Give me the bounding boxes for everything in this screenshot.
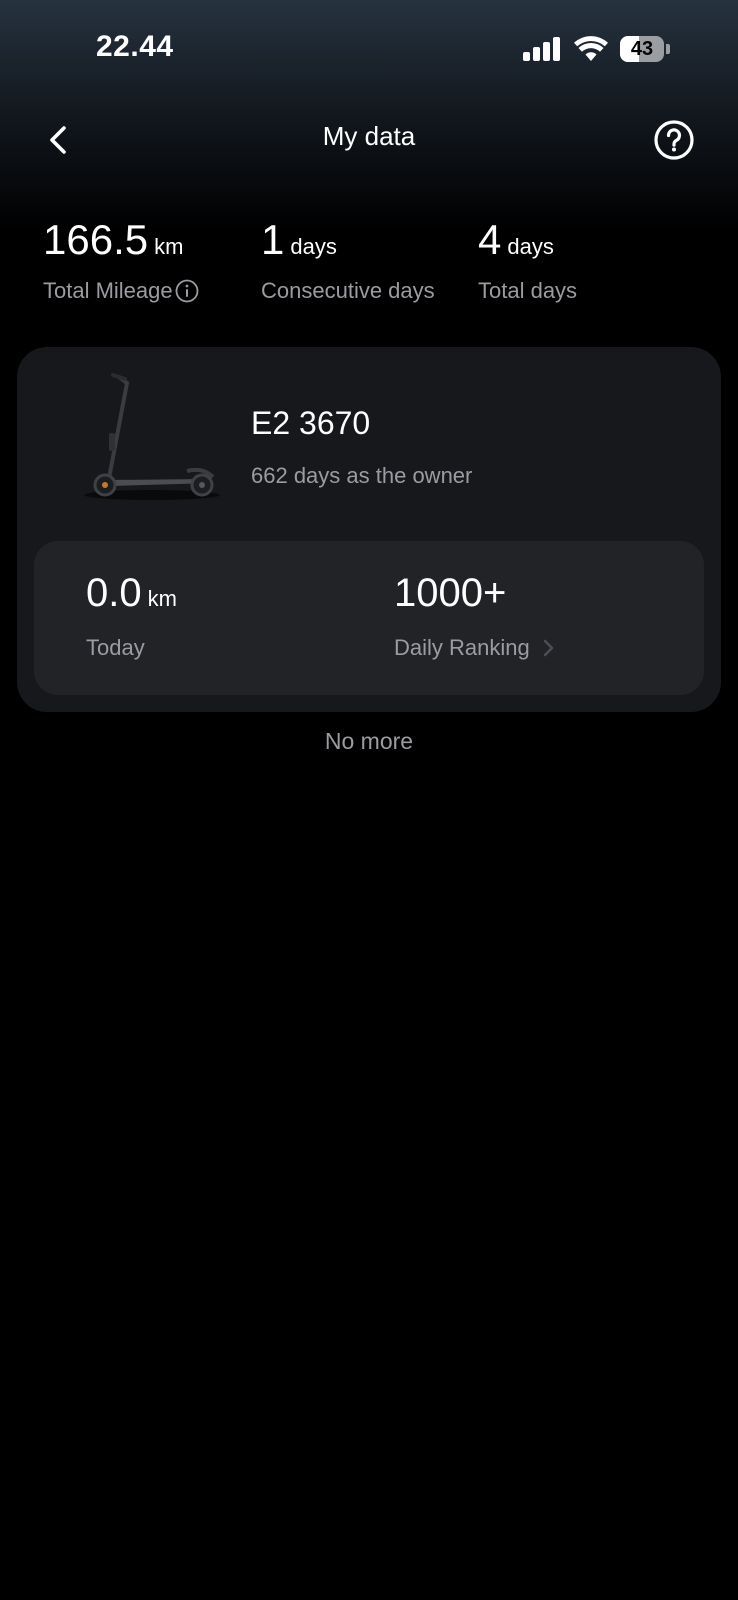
stat-total-mileage: 166.5 km Total Mileage <box>43 214 199 304</box>
end-of-list-text: No more <box>324 728 414 754</box>
total-mileage-unit: km <box>154 234 184 259</box>
ownership-duration: 662 days as the owner <box>251 463 473 488</box>
cellular-signal-icon <box>523 37 561 61</box>
info-icon[interactable] <box>175 279 199 303</box>
chevron-right-icon <box>543 639 554 657</box>
vehicle-model: E2 3670 <box>251 405 371 441</box>
stat-consecutive-days: 1 days Consecutive days <box>261 214 435 304</box>
daily-ranking-link[interactable]: Daily Ranking <box>394 635 556 661</box>
today-label: Today <box>86 635 145 660</box>
battery-level: 43 <box>630 38 654 60</box>
status-time: 22.44 <box>96 30 174 63</box>
consecutive-days-unit: days <box>290 234 337 259</box>
consecutive-days-value: 1 <box>261 216 285 263</box>
daily-ranking-label: Daily Ranking <box>394 635 530 660</box>
consecutive-days-label: Consecutive days <box>261 278 435 303</box>
today-mileage: 0.0 km <box>86 571 177 616</box>
total-mileage-label: Total Mileage <box>43 278 173 303</box>
vehicle-stats-panel: 0.0 km Today 1000+ Daily Ranking <box>34 541 704 695</box>
stat-total-days: 4 days Total days <box>478 214 577 304</box>
total-days-label: Total days <box>478 278 578 303</box>
scooter-image <box>84 373 220 500</box>
today-mileage-value: 0.0 <box>86 571 142 615</box>
battery-icon: 43 <box>620 36 670 62</box>
wifi-icon <box>574 36 608 61</box>
total-days-unit: days <box>507 234 554 259</box>
total-mileage-value: 166.5 <box>43 216 149 263</box>
page-title: My data <box>322 121 416 151</box>
vehicle-card[interactable]: E2 3670 662 days as the owner 0.0 km Toda… <box>17 347 721 712</box>
total-days-value: 4 <box>478 216 502 263</box>
help-question-icon[interactable] <box>653 119 695 161</box>
today-mileage-unit: km <box>147 586 177 611</box>
daily-ranking-value: 1000+ <box>394 571 507 615</box>
